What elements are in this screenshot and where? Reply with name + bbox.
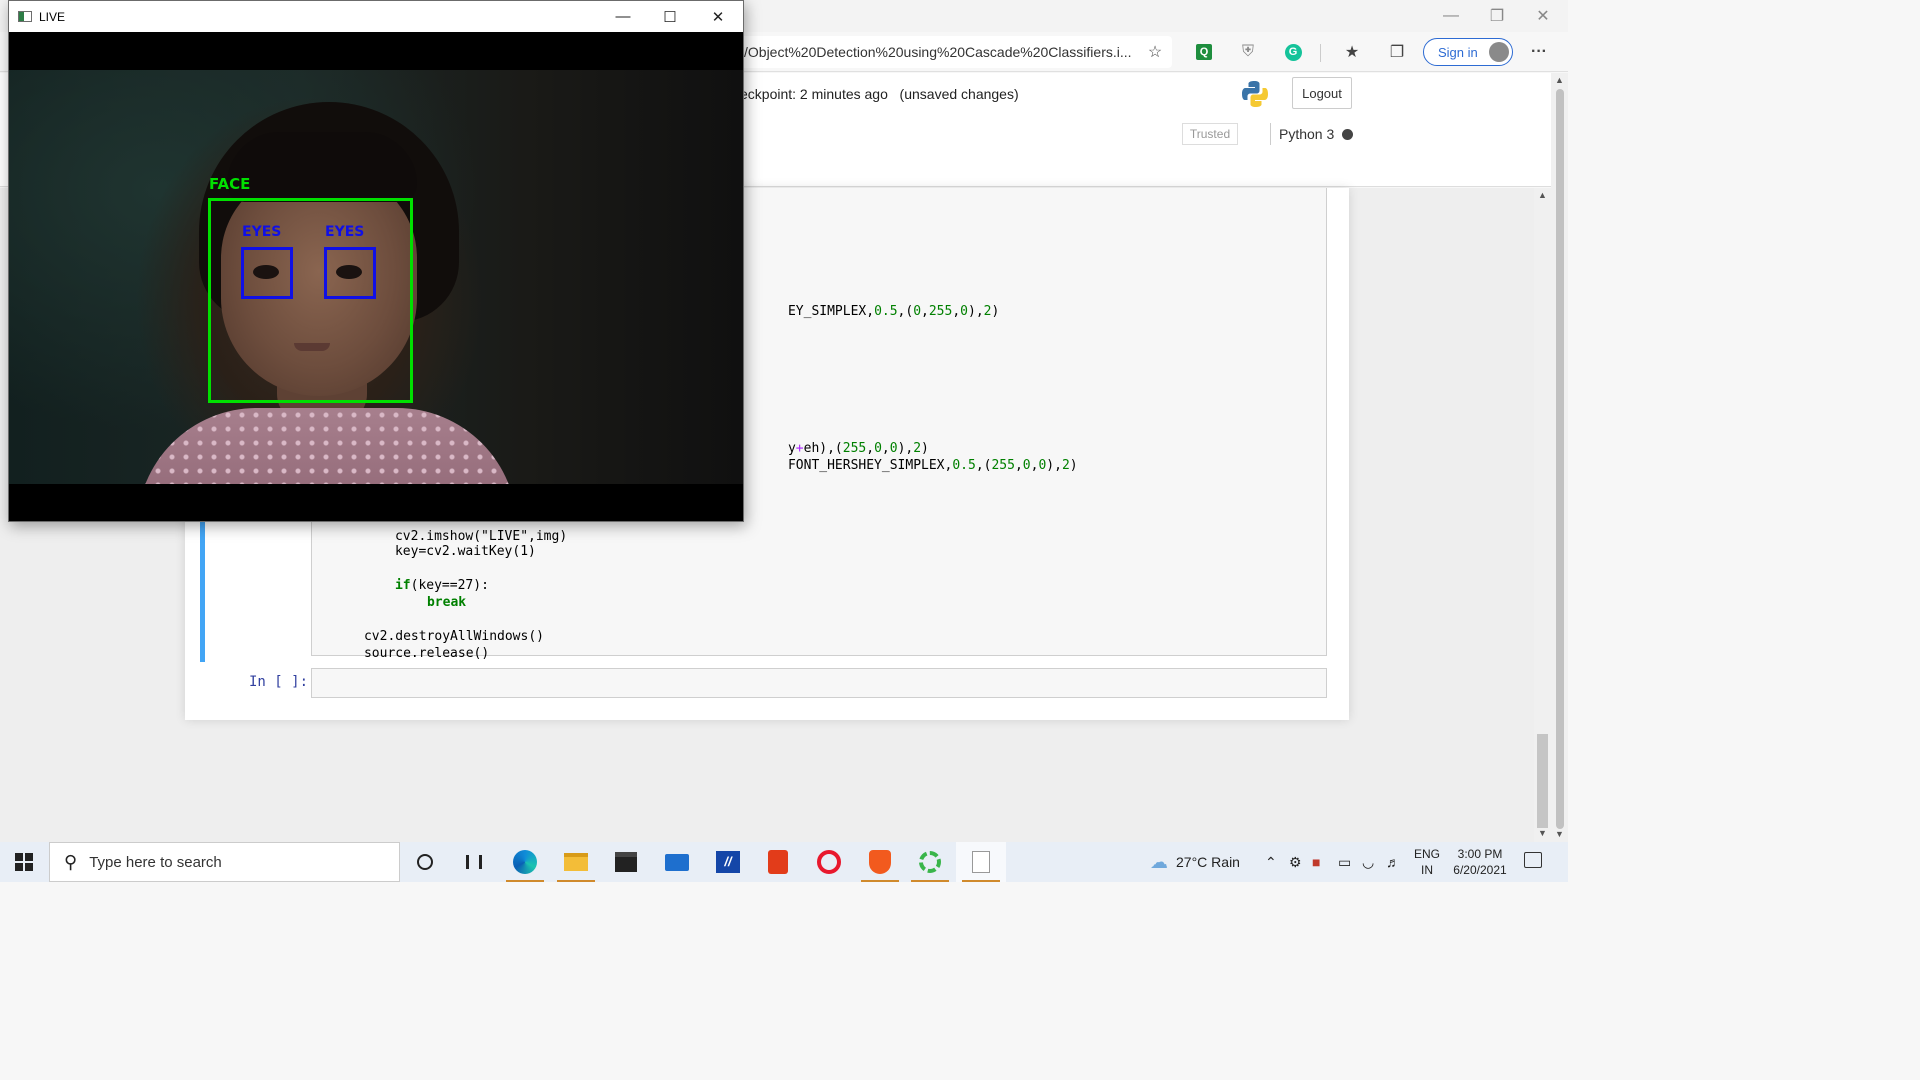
kernel-name: Python 3	[1279, 126, 1335, 142]
live-window-app-icon	[18, 11, 32, 22]
live-close-button[interactable]: ✕	[695, 1, 741, 32]
eye-detection-box	[241, 247, 293, 299]
mail-icon[interactable]	[652, 842, 702, 882]
page-scrollbar[interactable]: ▲ ▼	[1551, 73, 1568, 842]
green-app-icon[interactable]	[905, 842, 955, 882]
opera-icon[interactable]	[804, 842, 854, 882]
address-bar[interactable]: /Object%20Detection%20using%20Cascade%20…	[740, 36, 1172, 68]
face-detection-label: FACE	[209, 175, 251, 193]
python-logo-icon	[1242, 81, 1268, 107]
live-minimize-button[interactable]: —	[600, 1, 646, 32]
eye-detection-label: EYES	[242, 224, 282, 240]
search-placeholder: Type here to search	[89, 853, 222, 871]
gift-tray-icon[interactable]: ■	[1312, 854, 1320, 870]
language-indicator[interactable]: ENG IN	[1414, 846, 1440, 878]
empty-cell-input[interactable]	[311, 668, 1327, 698]
code-line-text-1: EY_SIMPLEX,0.5,(0,255,0),2)	[787, 304, 1000, 319]
eye-detection-label: EYES	[325, 224, 365, 240]
q-extension-icon[interactable]: Q	[1192, 40, 1216, 64]
avatar-icon	[1489, 42, 1509, 62]
page-scroll-up-icon[interactable]: ▲	[1555, 75, 1564, 85]
live-video-window[interactable]: LIVE — ☐ ✕ FACE EYES EYES	[8, 0, 744, 522]
store-icon[interactable]	[601, 842, 651, 882]
code-line: EY_SIMPLEX,0.5,(0,255,0),2)	[741, 289, 999, 334]
live-window-titlebar[interactable]: LIVE — ☐ ✕	[9, 1, 743, 32]
browser-close-button[interactable]: ✕	[1520, 0, 1566, 32]
eye-detection-box	[324, 247, 376, 299]
windows-icon	[15, 853, 33, 871]
video-frame: FACE EYES EYES	[9, 70, 743, 484]
scroll-up-icon[interactable]: ▲	[1538, 190, 1547, 200]
checkpoint-label: eckpoint: 2 minutes ago	[740, 86, 888, 102]
app-icon[interactable]: //	[703, 842, 753, 882]
language-code: ENG	[1414, 847, 1441, 861]
notebook-scrollbar[interactable]: ▲ ▼	[1534, 188, 1551, 842]
page-scroll-thumb[interactable]	[1556, 89, 1564, 829]
toolbar-divider	[1320, 44, 1321, 62]
file-explorer-icon[interactable]	[551, 842, 601, 882]
clock-date: 6/20/2021	[1453, 863, 1507, 877]
face-detection-box	[208, 198, 413, 403]
security-tray-icon[interactable]: ⚙	[1289, 854, 1302, 871]
video-subject-shirt	[137, 408, 517, 484]
taskbar: ⚲ Type here to search // ☁ 27°C Rain ⌃ ⚙	[0, 842, 1568, 882]
code-line-text-9: source.release()	[363, 646, 490, 661]
signin-label: Sign in	[1438, 44, 1478, 60]
kernel-indicator: Python 3	[1270, 123, 1354, 145]
rain-cloud-icon: ☁	[1150, 851, 1168, 872]
keyword-break: break	[426, 595, 467, 610]
code-line-text-3: FONT_HERSHEY_SIMPLEX,0.5,(255,0,0),2)	[787, 458, 1078, 473]
favorite-add-icon[interactable]: ☆	[1143, 40, 1167, 64]
unsaved-label: (unsaved changes)	[899, 86, 1019, 102]
shield-icon[interactable]: ⛨	[1236, 40, 1260, 64]
chevron-up-icon[interactable]: ⌃	[1265, 854, 1277, 871]
code-line: FONT_HERSHEY_SIMPLEX,0.5,(255,0,0),2)	[741, 443, 1078, 488]
weather-text: 27°C Rain	[1176, 854, 1240, 870]
logout-button[interactable]: Logout	[1292, 77, 1352, 109]
live-maximize-button[interactable]: ☐	[647, 1, 693, 32]
battery-icon[interactable]: ▭	[1338, 854, 1351, 871]
edge-icon[interactable]	[500, 842, 550, 882]
checkpoint-status: eckpoint: 2 minutes ago (unsaved changes…	[740, 86, 1019, 102]
browser-minimize-button[interactable]: —	[1428, 0, 1474, 32]
favorites-icon[interactable]: ★	[1340, 40, 1364, 64]
trusted-badge[interactable]: Trusted	[1182, 123, 1238, 145]
live-window-title: LIVE	[39, 10, 66, 24]
kernel-status-icon	[1342, 128, 1354, 140]
video-subject-bangs	[227, 132, 417, 202]
empty-cell-prompt: In [ ]:	[249, 674, 309, 690]
search-icon: ⚲	[64, 851, 78, 872]
notification-icon[interactable]	[1524, 852, 1542, 868]
scroll-down-icon[interactable]: ▼	[1538, 828, 1547, 838]
volume-icon[interactable]: ♬	[1386, 854, 1400, 870]
signin-button[interactable]: Sign in	[1423, 38, 1513, 66]
browser-restore-button[interactable]: ❐	[1474, 0, 1520, 32]
brave-icon[interactable]	[855, 842, 905, 882]
taskbar-search[interactable]: ⚲ Type here to search	[49, 842, 400, 882]
clock-time: 3:00 PM	[1457, 847, 1503, 861]
start-button[interactable]	[0, 842, 48, 882]
task-view-icon[interactable]	[449, 842, 499, 882]
file-icon[interactable]	[956, 842, 1006, 882]
clock[interactable]: 3:00 PM 6/20/2021	[1448, 846, 1512, 878]
code-line-text-5: key=cv2.waitKey(1)	[394, 544, 536, 559]
collections-icon[interactable]: ❐	[1385, 40, 1409, 64]
office-icon[interactable]	[753, 842, 803, 882]
notebook-scroll-thumb[interactable]	[1537, 734, 1548, 828]
address-text: /Object%20Detection%20using%20Cascade%20…	[744, 44, 1132, 60]
weather-widget[interactable]: ☁ 27°C Rain	[1150, 842, 1240, 882]
wifi-icon[interactable]: ◡	[1362, 854, 1374, 871]
grammarly-icon[interactable]: G	[1281, 40, 1305, 64]
page-scroll-down-icon[interactable]: ▼	[1555, 829, 1564, 839]
more-menu-icon[interactable]: ···	[1527, 40, 1551, 64]
cortana-icon[interactable]	[400, 842, 450, 882]
region-code: IN	[1421, 863, 1433, 877]
